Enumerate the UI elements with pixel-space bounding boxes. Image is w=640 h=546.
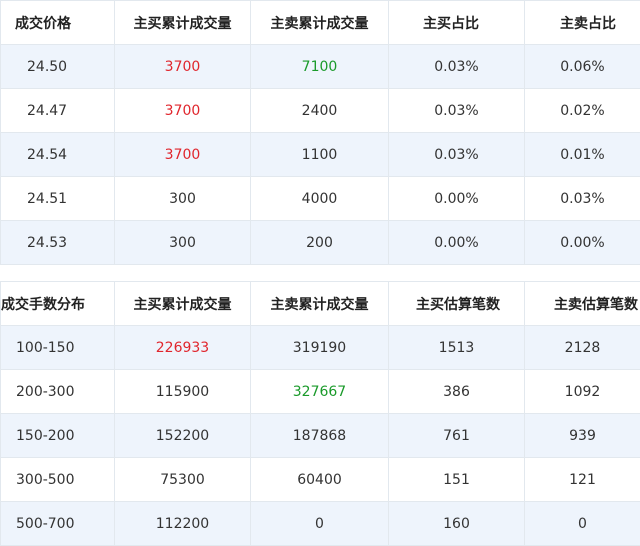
sell-count-cell: 0 [525,502,640,546]
header-buy-volume[interactable]: 主买累计成交量 [115,1,251,45]
header-price[interactable]: 成交价格 [1,1,115,45]
buy-count-cell: 1513 [389,326,525,370]
table-header-row: 成交价格 主买累计成交量 主卖累计成交量 主买占比 主卖占比 [1,1,640,45]
sell-count-cell: 1092 [525,370,640,414]
price-cell: 24.47 [1,89,115,133]
header-buy-volume[interactable]: 主买累计成交量 [115,282,251,326]
sell-ratio-cell: 0.01% [525,133,640,177]
price-distribution-table: 成交价格 主买累计成交量 主卖累计成交量 主买占比 主卖占比 24.50 370… [0,0,640,265]
buy-volume-cell: 75300 [115,458,251,502]
sell-ratio-cell: 0.03% [525,177,640,221]
lot-range-cell: 100-150 [1,326,115,370]
price-cell: 24.53 [1,221,115,265]
buy-volume-cell: 226933 [115,326,251,370]
sell-volume-cell: 327667 [251,370,389,414]
buy-volume-cell: 3700 [115,133,251,177]
buy-ratio-cell: 0.03% [389,133,525,177]
table-row: 24.54 3700 1100 0.03% 0.01% [1,133,640,177]
buy-volume-cell: 300 [115,221,251,265]
lot-range-cell: 150-200 [1,414,115,458]
table-row: 500-700 112200 0 160 0 [1,502,640,546]
table-row: 24.50 3700 7100 0.03% 0.06% [1,45,640,89]
sell-ratio-cell: 0.06% [525,45,640,89]
sell-volume-cell: 7100 [251,45,389,89]
header-sell-ratio[interactable]: 主卖占比 [525,1,640,45]
sell-volume-cell: 200 [251,221,389,265]
buy-count-cell: 386 [389,370,525,414]
buy-volume-cell: 3700 [115,45,251,89]
price-cell: 24.51 [1,177,115,221]
buy-ratio-cell: 0.03% [389,45,525,89]
table-row: 24.47 3700 2400 0.03% 0.02% [1,89,640,133]
buy-volume-cell: 300 [115,177,251,221]
buy-ratio-cell: 0.03% [389,89,525,133]
sell-volume-cell: 2400 [251,89,389,133]
table-row: 24.51 300 4000 0.00% 0.03% [1,177,640,221]
buy-count-cell: 761 [389,414,525,458]
buy-ratio-cell: 0.00% [389,221,525,265]
header-sell-count[interactable]: 主卖估算笔数 [525,282,640,326]
sell-volume-cell: 60400 [251,458,389,502]
buy-volume-cell: 3700 [115,89,251,133]
price-cell: 24.50 [1,45,115,89]
buy-volume-cell: 112200 [115,502,251,546]
header-sell-volume[interactable]: 主卖累计成交量 [251,282,389,326]
buy-ratio-cell: 0.00% [389,177,525,221]
table-header-row: 成交手数分布 主买累计成交量 主卖累计成交量 主买估算笔数 主卖估算笔数 [1,282,640,326]
sell-volume-cell: 4000 [251,177,389,221]
header-sell-volume[interactable]: 主卖累计成交量 [251,1,389,45]
sell-count-cell: 939 [525,414,640,458]
lot-range-cell: 200-300 [1,370,115,414]
table-row: 200-300 115900 327667 386 1092 [1,370,640,414]
lot-range-cell: 300-500 [1,458,115,502]
table-row: 100-150 226933 319190 1513 2128 [1,326,640,370]
table-row: 300-500 75300 60400 151 121 [1,458,640,502]
lot-size-distribution-table: 成交手数分布 主买累计成交量 主卖累计成交量 主买估算笔数 主卖估算笔数 100… [0,281,640,546]
sell-volume-cell: 0 [251,502,389,546]
sell-count-cell: 2128 [525,326,640,370]
sell-count-cell: 121 [525,458,640,502]
header-buy-ratio[interactable]: 主买占比 [389,1,525,45]
header-buy-count[interactable]: 主买估算笔数 [389,282,525,326]
lot-range-cell: 500-700 [1,502,115,546]
buy-count-cell: 160 [389,502,525,546]
sell-volume-cell: 187868 [251,414,389,458]
buy-volume-cell: 152200 [115,414,251,458]
sell-volume-cell: 1100 [251,133,389,177]
sell-volume-cell: 319190 [251,326,389,370]
price-cell: 24.54 [1,133,115,177]
sell-ratio-cell: 0.02% [525,89,640,133]
buy-count-cell: 151 [389,458,525,502]
buy-volume-cell: 115900 [115,370,251,414]
table-row: 150-200 152200 187868 761 939 [1,414,640,458]
sell-ratio-cell: 0.00% [525,221,640,265]
header-lot-range[interactable]: 成交手数分布 [1,282,115,326]
table-row: 24.53 300 200 0.00% 0.00% [1,221,640,265]
